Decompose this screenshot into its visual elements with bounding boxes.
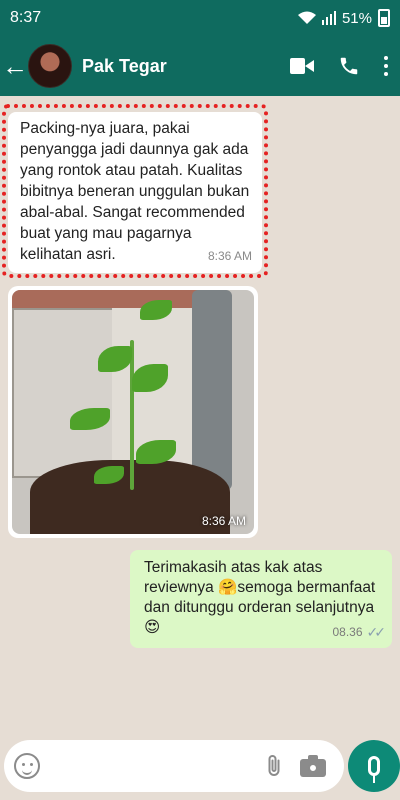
message-input[interactable] — [50, 757, 262, 775]
chat-header: ← Pak Tegar — [0, 36, 400, 96]
emoji-icon[interactable] — [14, 753, 40, 779]
plant-photo[interactable] — [12, 290, 254, 534]
incoming-photo-message[interactable]: 8:36 AM — [8, 286, 258, 538]
back-arrow-icon[interactable]: ← — [2, 51, 28, 82]
signal-icon — [321, 11, 336, 25]
more-options-icon[interactable] — [384, 56, 388, 76]
status-indicators: 51% — [297, 9, 390, 27]
avatar[interactable] — [28, 44, 72, 88]
phone-icon[interactable] — [338, 55, 360, 77]
battery-percent: 51% — [341, 9, 372, 27]
battery-icon — [378, 9, 390, 27]
wifi-icon — [297, 11, 316, 24]
highlight-box — [2, 104, 268, 278]
read-receipt-icon: ✓✓ — [366, 624, 387, 640]
message-meta: 08.36 ✓✓ — [332, 622, 387, 642]
contact-name[interactable]: Pak Tegar — [82, 56, 167, 77]
camera-icon[interactable] — [300, 755, 326, 777]
message-time: 08.36 — [332, 625, 363, 639]
photo-time: 8:36 AM — [201, 514, 246, 528]
attachment-icon[interactable] — [262, 754, 286, 778]
composer-bar — [0, 734, 400, 800]
video-call-icon[interactable] — [290, 58, 314, 74]
mic-button[interactable] — [348, 740, 400, 792]
mic-icon — [368, 756, 380, 783]
status-bar: 8:37 51% — [0, 0, 400, 36]
status-time: 8:37 — [10, 9, 42, 26]
message-input-container — [4, 740, 344, 792]
outgoing-message[interactable]: Terimakasih atas kak atas reviewnya 🤗sem… — [130, 550, 392, 648]
